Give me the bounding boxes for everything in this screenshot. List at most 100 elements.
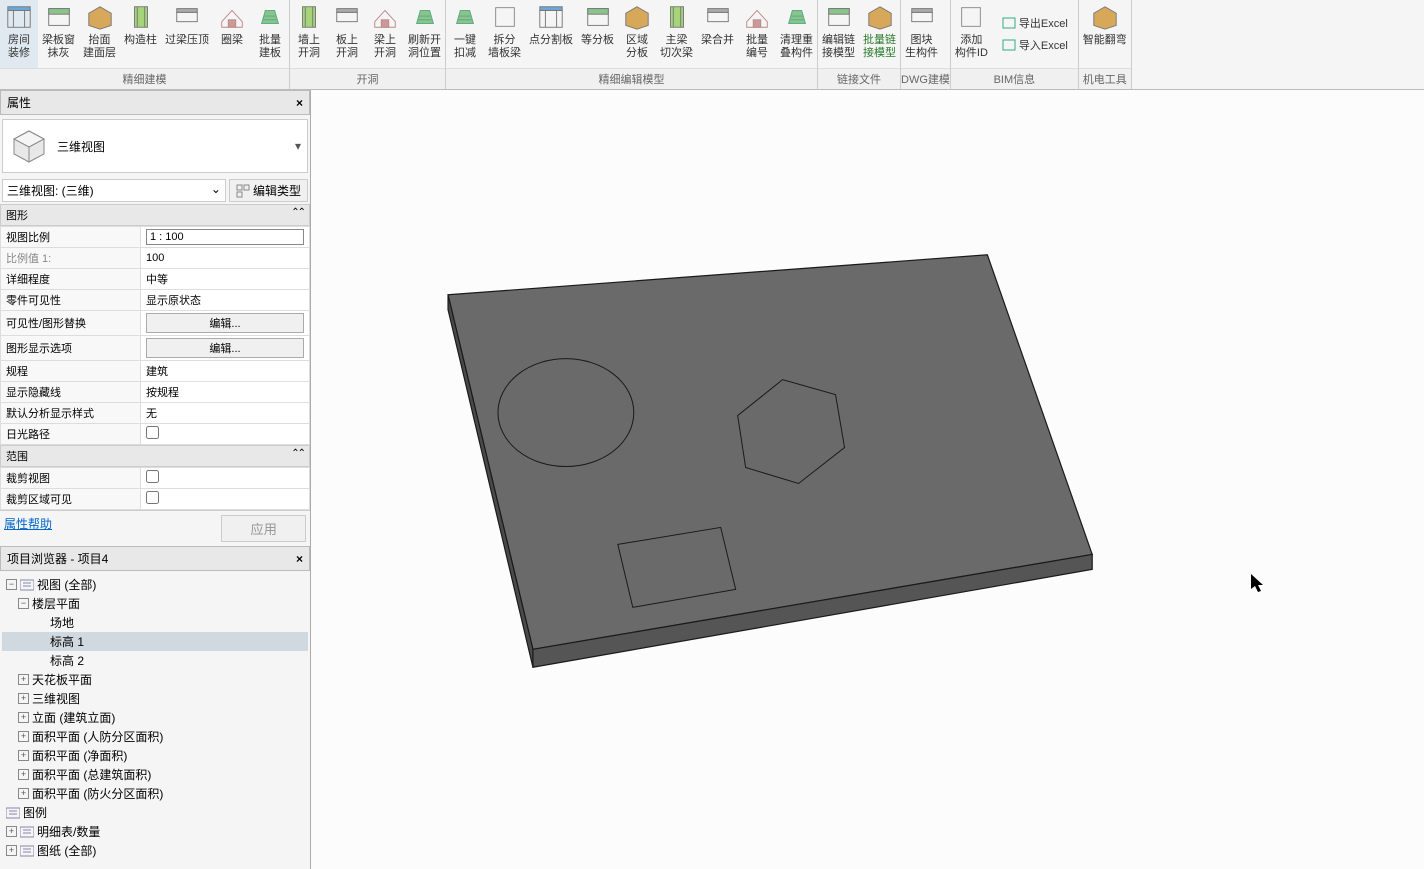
struct-column-button[interactable]: 构造柱 xyxy=(120,0,161,68)
tree-item[interactable]: +图纸 (全部) xyxy=(2,841,308,860)
tree-item[interactable]: 标高 1 xyxy=(2,632,308,651)
lintel-pressure-label: 过梁压顶 xyxy=(165,34,209,47)
detail-level-cell[interactable]: 中等 xyxy=(141,269,310,290)
import-excel-button[interactable]: 导入Excel xyxy=(998,34,1072,56)
model-slab xyxy=(311,90,1424,869)
tree-toggle-icon[interactable]: + xyxy=(18,750,29,761)
edit-link-model-button[interactable]: 编辑链接模型 xyxy=(818,0,859,68)
one-click-deduct-button[interactable]: 一键扣减 xyxy=(446,0,484,68)
tree-item[interactable]: −视图 (全部) xyxy=(2,575,308,594)
tree-item[interactable]: 图例 xyxy=(2,803,308,822)
tree-item[interactable]: +面积平面 (净面积) xyxy=(2,746,308,765)
beam-open-button[interactable]: 梁上开洞 xyxy=(366,0,404,68)
tree-item[interactable]: +立面 (建筑立面) xyxy=(2,708,308,727)
edit-type-button[interactable]: 编辑类型 xyxy=(229,179,308,202)
tree-toggle-icon[interactable]: + xyxy=(18,712,29,723)
tree-item-label: 天花板平面 xyxy=(32,671,92,688)
properties-close-icon[interactable]: × xyxy=(296,96,303,110)
browser-close-icon[interactable]: × xyxy=(296,552,303,566)
tree-item[interactable]: +面积平面 (总建筑面积) xyxy=(2,765,308,784)
ribbon-group-label: BIM信息 xyxy=(951,68,1078,89)
crop-view-checkbox[interactable] xyxy=(146,470,159,483)
section-graphics[interactable]: 图形 ⌃⌃ xyxy=(0,204,310,226)
batch-link-model-button[interactable]: 批量链接模型 xyxy=(859,0,900,68)
room-decor-button[interactable]: 房间装修 xyxy=(0,0,38,68)
smart-bend-button[interactable]: 智能翻弯 xyxy=(1079,0,1131,68)
ribbon-group-label: 机电工具 xyxy=(1079,68,1131,89)
tree-item[interactable]: 场地 xyxy=(2,613,308,632)
tree-toggle-icon[interactable]: + xyxy=(18,769,29,780)
edit-link-model-icon xyxy=(824,2,854,32)
wall-open-button[interactable]: 墙上开洞 xyxy=(290,0,328,68)
tree-item[interactable]: +明细表/数量 xyxy=(2,822,308,841)
main-beam-secondary-button[interactable]: 主梁切次梁 xyxy=(656,0,697,68)
viewport-3d[interactable] xyxy=(310,90,1424,869)
lift-surface-button[interactable]: 抬面建面层 xyxy=(79,0,120,68)
browser-header: 项目浏览器 - 项目4 × xyxy=(0,546,310,571)
apply-button[interactable]: 应用 xyxy=(221,515,306,542)
batch-number-button[interactable]: 批量编号 xyxy=(738,0,776,68)
type-selector[interactable]: 三维视图 ▾ xyxy=(2,119,308,173)
tree-toggle-icon[interactable]: + xyxy=(18,788,29,799)
tree-toggle-icon[interactable]: + xyxy=(18,693,29,704)
sheet-icon xyxy=(20,845,34,857)
show-hidden-cell[interactable]: 按规程 xyxy=(141,382,310,403)
export-excel-button[interactable]: 导出Excel xyxy=(998,12,1072,34)
ribbon-group-3: 编辑链接模型批量链接模型链接文件 xyxy=(818,0,901,89)
batch-slab-button[interactable]: 批量建板 xyxy=(251,0,289,68)
beam-merge-button[interactable]: 梁合并 xyxy=(697,0,738,68)
main-layout: 属性 × 三维视图 ▾ 三维视图: (三维) ⌄ 编辑类型 图形 ⌃⌃ xyxy=(0,90,1424,869)
one-click-deduct-icon xyxy=(450,2,480,32)
view-scale-input[interactable] xyxy=(146,229,304,245)
split-wall-beam-label: 拆分墙板梁 xyxy=(488,34,521,60)
block-gen-button[interactable]: 图块生构件 xyxy=(901,0,942,68)
point-split-button[interactable]: 点分割板 xyxy=(525,0,577,68)
lift-surface-label: 抬面建面层 xyxy=(83,34,116,60)
main-beam-secondary-label: 主梁切次梁 xyxy=(660,34,693,60)
ribbon-group-label: 精细建模 xyxy=(0,68,289,89)
add-component-id-icon xyxy=(956,2,986,32)
properties-table-graphics: 视图比例 比例值 1:100 详细程度中等 零件可见性显示原状态 可见性/图形替… xyxy=(0,226,310,445)
crop-visible-checkbox[interactable] xyxy=(146,491,159,504)
collapse-icon: ⌃⌃ xyxy=(291,207,304,223)
wall-open-icon xyxy=(294,2,324,32)
tree-item[interactable]: +面积平面 (防火分区面积) xyxy=(2,784,308,803)
tree-toggle-icon[interactable]: + xyxy=(18,731,29,742)
slab-open-button[interactable]: 板上开洞 xyxy=(328,0,366,68)
sun-path-checkbox[interactable] xyxy=(146,426,159,439)
legend-icon xyxy=(6,807,20,819)
display-options-button[interactable]: 编辑... xyxy=(146,338,304,358)
equal-split-label: 等分板 xyxy=(581,34,614,47)
equal-split-button[interactable]: 等分板 xyxy=(577,0,618,68)
split-wall-beam-button[interactable]: 拆分墙板梁 xyxy=(484,0,525,68)
refresh-pos-button[interactable]: 刷新开洞位置 xyxy=(404,0,445,68)
batch-link-model-label: 批量链接模型 xyxy=(863,34,896,60)
section-extent[interactable]: 范围 ⌃⌃ xyxy=(0,445,310,467)
properties-help-link[interactable]: 属性帮助 xyxy=(4,515,52,542)
beam-slab-window-label: 梁板窗抹灰 xyxy=(42,34,75,60)
beam-slab-window-icon xyxy=(44,2,74,32)
clean-dup-icon xyxy=(782,2,812,32)
region-split-button[interactable]: 区域分板 xyxy=(618,0,656,68)
tree-toggle-icon[interactable]: + xyxy=(6,845,17,856)
vis-override-button[interactable]: 编辑... xyxy=(146,313,304,333)
tree-item[interactable]: −楼层平面 xyxy=(2,594,308,613)
tree-toggle-icon[interactable]: − xyxy=(18,598,29,609)
part-vis-cell[interactable]: 显示原状态 xyxy=(141,290,310,311)
clean-dup-button[interactable]: 清理重叠构件 xyxy=(776,0,817,68)
default-analysis-cell[interactable]: 无 xyxy=(141,403,310,424)
tree-toggle-icon[interactable]: + xyxy=(18,674,29,685)
ribbon-group-label: 链接文件 xyxy=(818,68,900,89)
tree-toggle-icon[interactable]: + xyxy=(6,826,17,837)
view-selector-dropdown[interactable]: 三维视图: (三维) ⌄ xyxy=(2,179,226,202)
tree-item[interactable]: 标高 2 xyxy=(2,651,308,670)
discipline-cell[interactable]: 建筑 xyxy=(141,361,310,382)
tree-item[interactable]: +天花板平面 xyxy=(2,670,308,689)
tree-item[interactable]: +三维视图 xyxy=(2,689,308,708)
beam-slab-window-button[interactable]: 梁板窗抹灰 xyxy=(38,0,79,68)
lintel-pressure-button[interactable]: 过梁压顶 xyxy=(161,0,213,68)
ring-beam-button[interactable]: 圈梁 xyxy=(213,0,251,68)
add-component-id-button[interactable]: 添加构件ID xyxy=(951,0,992,68)
tree-item[interactable]: +面积平面 (人防分区面积) xyxy=(2,727,308,746)
tree-toggle-icon[interactable]: − xyxy=(6,579,17,590)
